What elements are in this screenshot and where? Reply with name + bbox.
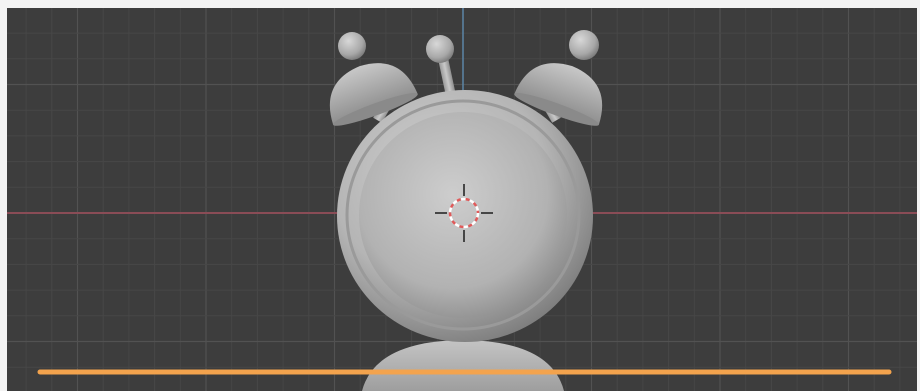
- center-knob[interactable]: [426, 35, 454, 63]
- viewport-canvas[interactable]: [7, 8, 917, 391]
- screenshot-frame: [0, 0, 920, 391]
- left-bell-knob[interactable]: [338, 32, 366, 60]
- center-stem[interactable]: [438, 59, 456, 95]
- right-bell-knob[interactable]: [569, 30, 599, 60]
- clock-face[interactable]: [359, 112, 567, 318]
- clock-base[interactable]: [362, 340, 564, 391]
- 3d-viewport[interactable]: [7, 8, 917, 391]
